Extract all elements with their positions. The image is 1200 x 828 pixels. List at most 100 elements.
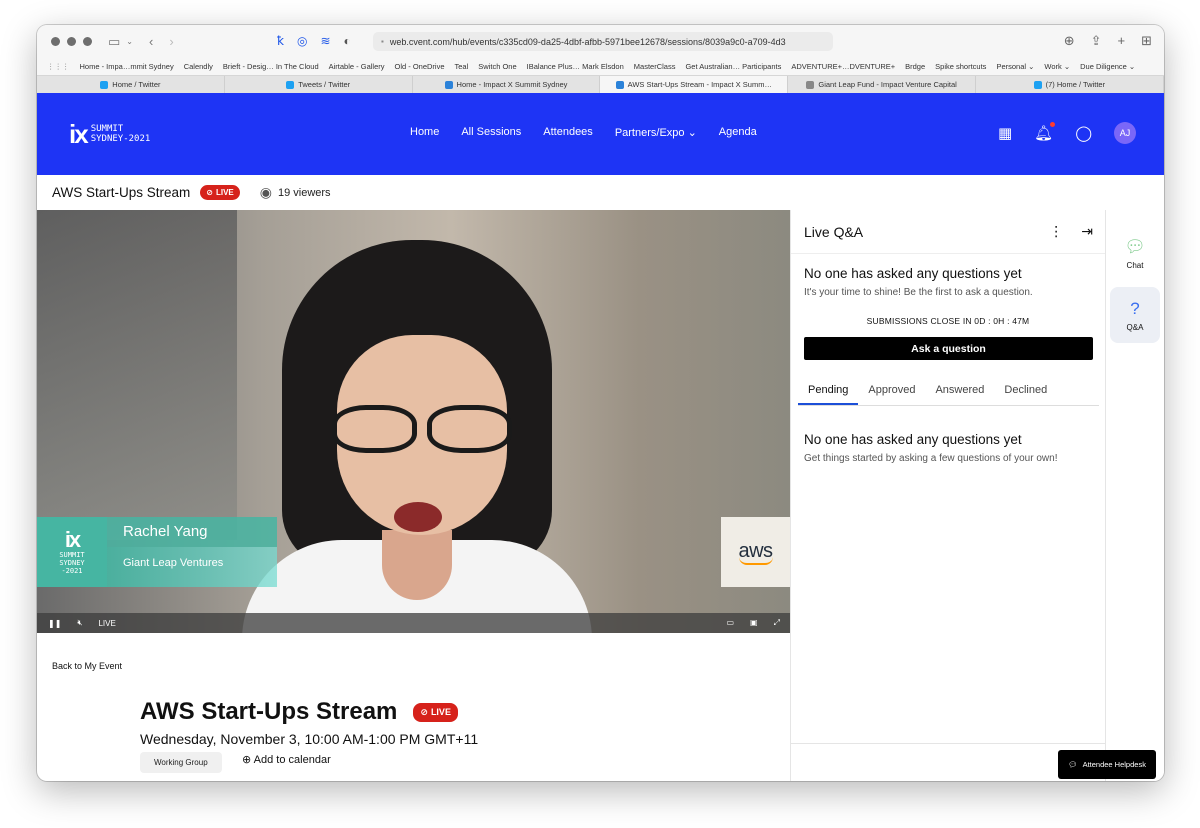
eye-icon: ◉ [259, 184, 272, 200]
ask-question-button[interactable]: Ask a question [804, 337, 1093, 360]
viewer-count-label: 19 viewers [277, 186, 331, 199]
summit-logo-small: ix SUMMIT SYDNEY -2021 [37, 517, 107, 587]
bookmark[interactable]: Teal [455, 62, 469, 71]
calendar-icon[interactable]: ▦ [998, 124, 1012, 142]
bookmark[interactable]: Calendly [184, 62, 213, 71]
tab-approved[interactable]: Approved [858, 378, 925, 405]
browser-tab[interactable]: Home - Impact X Summit Sydney [413, 76, 601, 93]
speaker-glasses [322, 405, 522, 455]
summit-logo[interactable]: ix SUMMIT SYDNEY-2021 [69, 121, 150, 147]
session-bar: AWS Start-Ups Stream ⊘ LIVE ◉ 19 viewers [37, 175, 1164, 210]
browser-tab[interactable]: Home / Twitter [37, 76, 225, 93]
rail-qa-label: Q&A [1126, 322, 1144, 332]
qa-header: Live Q&A ⋮ ⇥ [791, 210, 1105, 254]
address-bar[interactable]: ▪ web.cvent.com/hub/events/c335cd09-da25… [373, 32, 833, 51]
rail-chat-label: Chat [1126, 260, 1144, 270]
bookmark[interactable]: Home - Impa…mmit Sydney [80, 62, 174, 71]
extension-icons: ꝁ ◎ ≋ ◐ [277, 34, 351, 48]
site-icon [806, 80, 815, 89]
bookmark[interactable]: Brdge [905, 62, 925, 71]
tab-declined[interactable]: Declined [994, 378, 1057, 405]
live-indicator: LIVE [98, 618, 116, 628]
browser-tab[interactable]: Giant Leap Fund - Impact Venture Capital [788, 76, 976, 93]
broadcast-icon: ⊘ [420, 706, 428, 717]
chat-bubble-icon[interactable]: ◯ [1075, 124, 1092, 142]
captions-icon[interactable]: ▭ [726, 618, 734, 628]
nav-all-sessions[interactable]: All Sessions [461, 126, 521, 139]
broadcast-icon: ⊘ [206, 188, 213, 197]
bookmark[interactable]: IBalance Plus… Mark Elsdon [527, 62, 624, 71]
tab-pending[interactable]: Pending [798, 378, 859, 405]
back-icon[interactable]: ‹ [149, 34, 153, 49]
window-controls[interactable] [51, 37, 92, 46]
grid-icon[interactable]: ⋮⋮⋮ [47, 62, 70, 71]
helpdesk-label: Attendee Helpdesk [1082, 760, 1146, 769]
qa-title: Live Q&A [804, 223, 864, 240]
zoom-window-button[interactable] [83, 37, 92, 46]
session-tag: Working Group [140, 752, 222, 773]
nav-home[interactable]: Home [410, 126, 439, 139]
viewer-count: ◉ 19 viewers [260, 184, 331, 201]
cvent-icon [615, 80, 624, 89]
forward-icon[interactable]: › [169, 34, 173, 49]
avatar[interactable]: AJ [1114, 122, 1136, 144]
bookmark-folder[interactable]: Personal ⌄ [996, 62, 1034, 71]
rail-qa[interactable]: ? Q&A [1110, 287, 1160, 343]
rail-chat[interactable]: 💬︎ Chat [1110, 225, 1160, 281]
aws-smile-icon [738, 557, 773, 565]
bookmark[interactable]: Get Australian… Participants [685, 62, 781, 71]
back-to-event-link[interactable]: Back to My Event [52, 661, 122, 671]
nav-agenda[interactable]: Agenda [719, 126, 757, 139]
fullscreen-icon[interactable]: ⤢ [774, 618, 780, 628]
browser-tab-active[interactable]: AWS Start-Ups Stream - Impact X Summ… [600, 76, 789, 93]
logo-line: SUMMIT [59, 551, 85, 559]
download-icon[interactable]: ⊕ [1064, 33, 1075, 49]
pause-icon[interactable]: ❚❚ [48, 619, 61, 628]
bookmark[interactable]: MasterClass [634, 62, 676, 71]
logo-line: SYDNEY [59, 559, 85, 567]
video-player[interactable]: ix SUMMIT SYDNEY -2021 Rachel Yang Giant… [37, 210, 790, 633]
bookmark[interactable]: ADVENTURE+…DVENTURE+ [791, 62, 895, 71]
extension-icon[interactable]: ꝁ [277, 34, 284, 48]
add-to-calendar-button[interactable]: ⊕ Add to calendar [242, 753, 331, 766]
nav-attendees[interactable]: Attendees [543, 126, 593, 139]
qa-empty-subtitle: It's your time to shine! Be the first to… [804, 287, 1033, 298]
tab-overview-icon[interactable]: ⊞ [1141, 33, 1152, 49]
minimize-window-button[interactable] [67, 37, 76, 46]
bell-icon[interactable]: 🔔︎ [1034, 122, 1056, 142]
right-rail: 💬︎ Chat ? Q&A [1106, 210, 1164, 781]
main-nav: Home All Sessions Attendees Partners/Exp… [410, 126, 757, 139]
speaker-company: Giant Leap Ventures [107, 547, 277, 587]
plus-circle-icon: ⊕ [242, 754, 254, 766]
nav-partners-expo[interactable]: Partners/Expo ⌄ [615, 126, 697, 139]
shield-icon[interactable]: ◐ [344, 34, 351, 48]
attendee-helpdesk-button[interactable]: 💬︎ Attendee Helpdesk [1058, 750, 1156, 779]
tab-label: AWS Start-Ups Stream - Impact X Summ… [627, 80, 772, 89]
bookmark[interactable]: Airtable - Gallery [329, 62, 385, 71]
bookmark-folder[interactable]: Due Diligence ⌄ [1080, 62, 1135, 71]
bookmark[interactable]: Brieft - Desig… In The Cloud [223, 62, 319, 71]
share-icon[interactable]: ⇪ [1091, 33, 1102, 49]
new-tab-icon[interactable]: + [1118, 33, 1126, 49]
twitter-icon [286, 80, 295, 89]
submissions-countdown: SUBMISSIONS CLOSE IN 0D : 0H : 47M [866, 316, 1030, 326]
close-window-button[interactable] [51, 37, 60, 46]
header-icons: ▦ 🔔︎ ◯ AJ [998, 122, 1136, 144]
picture-in-picture-icon[interactable]: ▣ [750, 618, 758, 628]
mute-icon[interactable]: 🔇︎ [77, 618, 82, 628]
bookmark[interactable]: Switch One [478, 62, 516, 71]
sidebar-toggle-icon[interactable]: ▭ [108, 34, 120, 50]
bookmark[interactable]: Spike shortcuts [935, 62, 986, 71]
chevron-down-icon[interactable]: ⌄ [126, 37, 133, 46]
more-options-icon[interactable]: ⋮ [1049, 223, 1063, 240]
live-label: LIVE [215, 188, 234, 197]
browser-tab[interactable]: (7) Home / Twitter [976, 76, 1164, 93]
collapse-panel-icon[interactable]: ⇥ [1081, 223, 1093, 240]
logo-mark: ix [69, 119, 89, 149]
tab-answered[interactable]: Answered [925, 378, 994, 405]
browser-tab[interactable]: Tweets / Twitter [225, 76, 413, 93]
bookmark[interactable]: Old - OneDrive [395, 62, 445, 71]
bookmark-folder[interactable]: Work ⌄ [1044, 62, 1070, 71]
layers-icon[interactable]: ≋ [320, 34, 330, 48]
password-manager-icon[interactable]: ◎ [297, 34, 307, 48]
